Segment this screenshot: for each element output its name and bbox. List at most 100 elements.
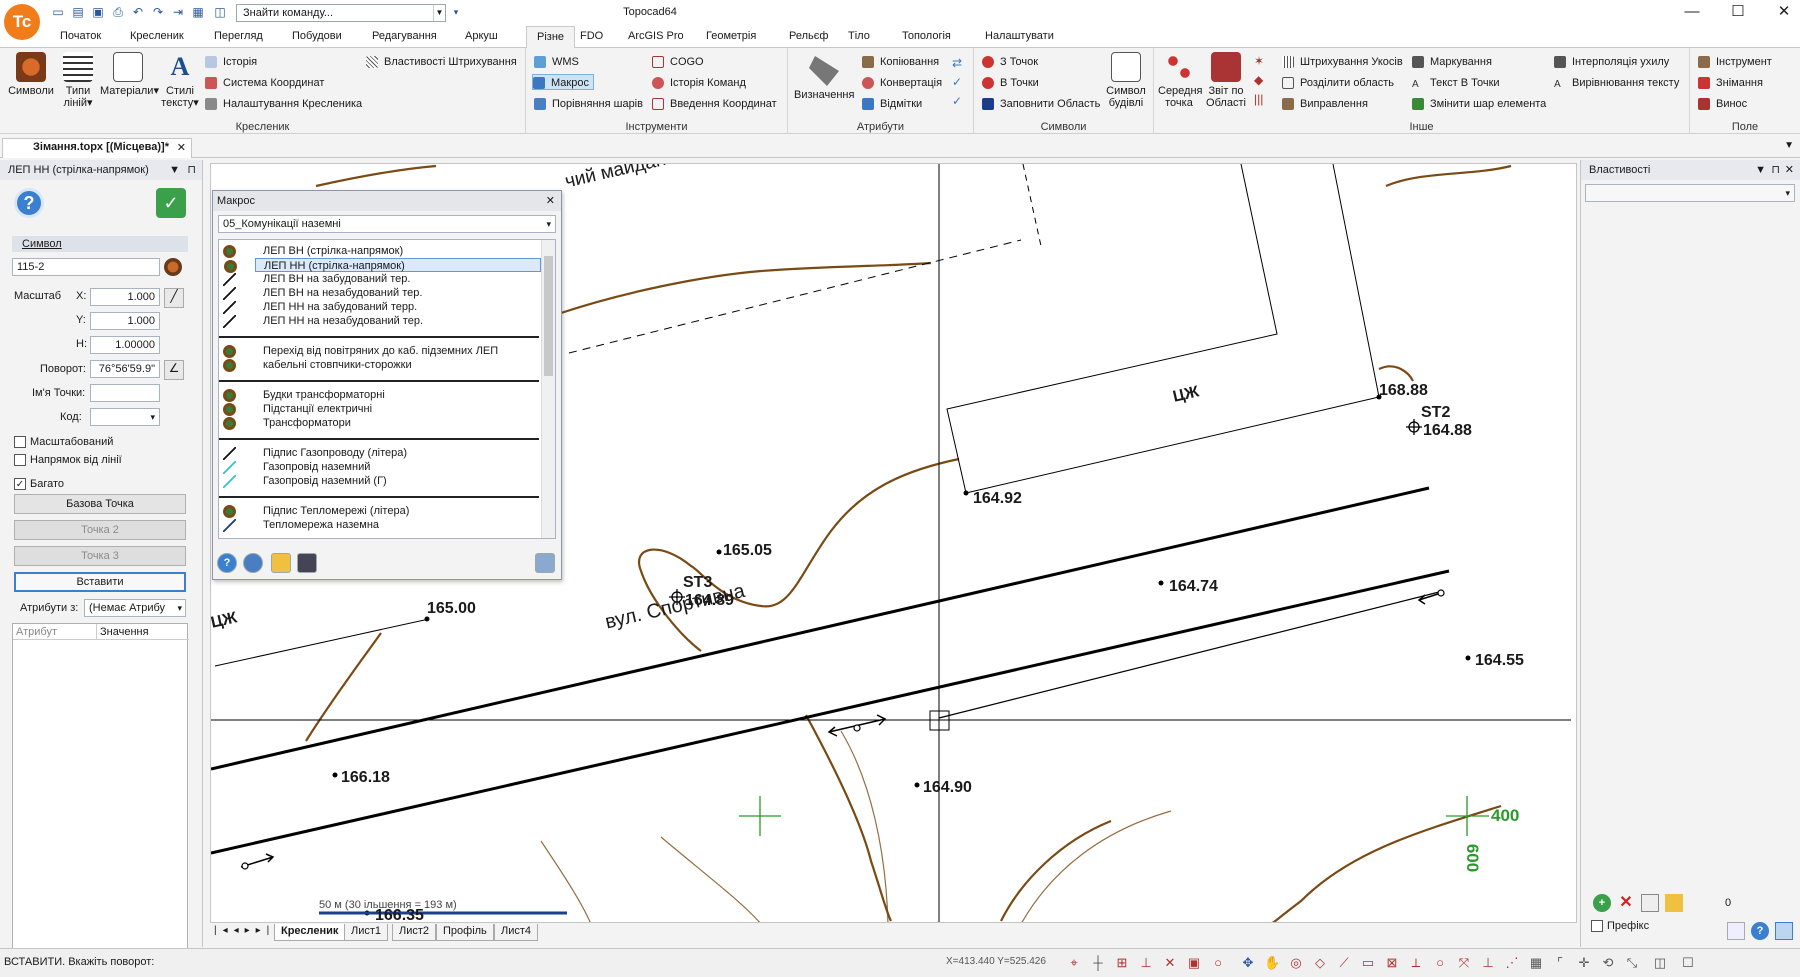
minimize-icon[interactable]: — [1672,2,1712,22]
cmd-history-button[interactable]: Історія Команд [652,75,746,91]
close-icon[interactable]: ✕ [546,191,555,211]
insert-button[interactable]: Вставити [14,572,186,592]
macro-button[interactable]: Макрос [532,74,594,90]
macro-list-item[interactable]: Перехід від повітряних до каб. підземних… [219,344,539,358]
fill-area-button[interactable]: Заповнити Область [982,96,1100,112]
marking-button[interactable]: Маркування [1412,54,1492,70]
symbol-picker-icon[interactable] [164,258,182,276]
stakeout-button[interactable]: Винос [1698,96,1747,112]
help-icon[interactable]: ? [1751,922,1769,940]
scale-h-input[interactable]: 1.00000 [90,336,160,354]
point-name-input[interactable] [90,384,160,402]
macro-list-item[interactable]: ЛЕП ВН на забудований тер. [219,272,539,286]
diamond-snap-icon[interactable]: ◇ [1312,955,1328,971]
macro-list-item[interactable]: Газопровід наземний [219,460,539,474]
close-tab-icon[interactable]: ✕ [177,141,186,154]
macro-list-item[interactable]: ЛЕП ВН на незабудований тер. [219,286,539,300]
panel-toggle-icon[interactable] [1775,922,1793,940]
definition-button[interactable]: Визначення [794,56,854,101]
extension-snap-icon[interactable]: ⋰ [1504,955,1520,971]
intersection-snap-icon[interactable]: ✕ [1162,955,1178,971]
lock-icon[interactable]: ▣ [1186,955,1202,971]
sheet-tab[interactable]: Лист4 [494,924,539,941]
menu-item[interactable]: Різне [526,26,576,49]
snap-icon[interactable]: ⌖ [1066,955,1082,971]
scale-x-input[interactable]: 1.000 [90,288,160,306]
menu-item[interactable]: Перегляд [214,30,263,42]
help-icon[interactable]: ? [14,188,44,218]
macro-list[interactable]: ЛЕП ВН (стрілка-напрямок) ЛЕП НН (стрілка… [218,239,556,539]
many-checkbox[interactable]: ✓ Багато [14,478,64,491]
hatch-props-button[interactable]: Властивості Штрихування [366,54,517,70]
macro-list-item[interactable]: Підстанції електричні [219,402,539,416]
copy-attr-button[interactable]: Копіювання [862,54,939,70]
sheet-tab[interactable]: Лист1 [344,924,389,941]
sheet-tab[interactable]: Лист2 [392,924,437,941]
close-icon[interactable]: ✕ [1785,160,1794,180]
instrument-button[interactable]: Інструмент [1698,54,1772,70]
macro-list-item[interactable]: Підпис Тепломережі (літера) [219,504,539,518]
layout-icon[interactable]: ▦ [1528,955,1544,971]
marks-button[interactable]: Відмітки [862,96,922,112]
macro-list-item[interactable]: Підпис Газопроводу (літера) [219,446,539,460]
scaled-checkbox[interactable]: Масштабований [14,436,113,449]
macro-list-item[interactable]: ЛЕП НН на забудований терр. [219,300,539,314]
text-styles-button[interactable]: A Стилі тексту▾ [158,52,202,109]
macro-list-item[interactable]: ЛЕП НН (стрілка-напрямок) [224,258,541,273]
materials-button[interactable]: Матеріали▾ [100,52,159,97]
macro-list-item[interactable]: Газопровід наземний (Г) [219,474,539,488]
rotate-icon[interactable]: ⟲ [1600,955,1616,971]
prefix-checkbox[interactable]: Префікс [1591,920,1649,933]
app-logo[interactable]: Tc [4,4,40,40]
from-points-button[interactable]: З Точок [982,54,1038,70]
macro-edit-icon[interactable] [271,553,291,573]
panel-menu-chevron-icon[interactable]: ▼ [1755,160,1766,180]
history-button[interactable]: Історія [205,54,257,70]
menu-item[interactable]: Топологія [902,30,951,42]
menu-item[interactable]: Тіло [848,30,870,42]
menu-item[interactable]: Налаштувати [985,30,1054,42]
view-icon[interactable]: ☐ [1680,955,1696,971]
to-points-button[interactable]: В Точки [982,75,1039,91]
cross-snap-icon[interactable]: ⊠ [1384,955,1400,971]
macro-help-icon[interactable]: ? [217,553,237,573]
menu-item[interactable]: Початок [60,30,101,42]
menu-item[interactable]: Геометрія [706,30,756,42]
cogo-button[interactable]: COGO [652,54,704,70]
rotation-input[interactable]: 76°56'59.9" [90,360,160,378]
coord-system-button[interactable]: Система Координат [205,75,324,91]
document-tab[interactable]: Зімання.topx [(Місцева)]* ✕ [2,138,192,158]
code-select[interactable]: ▾ [90,408,160,426]
menu-item[interactable]: Рельєф [789,30,828,42]
sheet-tab[interactable]: Профіль [436,924,494,941]
close-icon[interactable]: ✕ [1764,2,1800,22]
attrs-from-select[interactable]: (Немає Атрибу ▾ [84,599,186,617]
convert-attr-button[interactable]: Конвертація [862,75,942,91]
pin-icon[interactable]: ⊓ [187,160,196,180]
macro-list-scrollbar[interactable] [541,240,555,538]
survey-button[interactable]: Знімання [1698,75,1763,91]
panel-view-icon[interactable] [1727,922,1745,940]
coord-input-button[interactable]: Введення Координат [652,96,777,112]
macro-list-item[interactable]: ЛЕП НН на незабудований тер. [219,314,539,328]
macro-save-icon[interactable] [297,553,317,573]
frame-icon[interactable]: ⌜ [1552,955,1568,971]
attr-side-icons[interactable]: ⇄ ✓ ✓ [952,54,966,110]
macro-list-item[interactable]: Будки трансформаторні [219,388,539,402]
base-point-button[interactable]: Базова Точка [14,494,186,514]
pan-icon[interactable]: ✋ [1264,955,1280,971]
sheet-nav-arrows-icon[interactable]: |◂◂▸▸| [214,925,275,936]
menu-item[interactable]: ArcGIS Pro [628,30,684,42]
node-snap-icon[interactable]: ○ [1432,955,1448,971]
macro-list-item[interactable]: кабельні стовпчики-сторожки [219,358,539,372]
text-align-button[interactable]: A Вирівнювання тексту [1554,75,1679,91]
area-report-button[interactable]: Звіт по Області [1204,52,1248,109]
panel-menu-chevron-icon[interactable]: ▼ [169,160,180,180]
endpoint-snap-icon[interactable]: ⊥ [1138,955,1154,971]
delete-icon[interactable]: ✕ [1617,894,1635,912]
edit-icon[interactable] [1665,894,1683,912]
confirm-check-icon[interactable]: ✓ [156,188,186,218]
rotation-pick-icon[interactable]: ∠ [164,360,184,380]
measure-icon[interactable]: ⤡ [1624,955,1640,971]
scrollbar-thumb[interactable] [544,256,553,376]
